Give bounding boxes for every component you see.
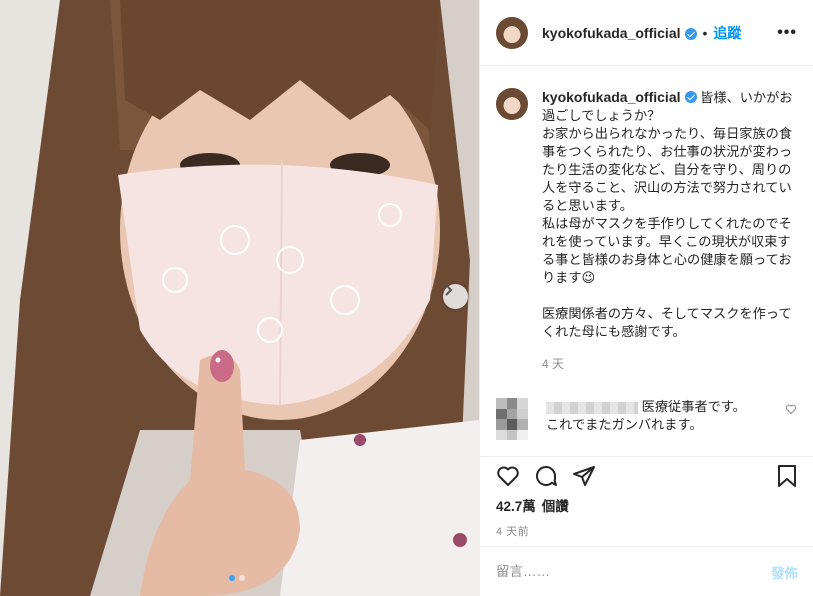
commenter-name-masked[interactable] [546, 401, 638, 414]
comment-item: 医療従事者です。 これでまたガンバれます。 [480, 398, 813, 440]
selfie-photo-illustration [0, 0, 479, 596]
caption: kyokofukada_official 皆様、いかがお過ごしでしょうか？ お家… [480, 66, 813, 372]
chevron-right-icon [445, 284, 453, 296]
carousel-indicator [229, 575, 245, 581]
comment-like-heart-icon[interactable] [785, 402, 797, 440]
separator-dot: • [702, 24, 708, 41]
author-username[interactable]: kyokofukada_official [542, 25, 681, 41]
caption-body: kyokofukada_official 皆様、いかがお過ごしでしょうか？ お家… [542, 88, 797, 372]
like-heart-icon[interactable] [496, 464, 520, 488]
comment-input[interactable] [496, 564, 771, 579]
instagram-post: kyokofukada_official • 追蹤 ••• kyokofukad… [0, 0, 813, 596]
post-actions: 42.7萬 個讚 4 天前 [480, 456, 813, 539]
post-photo[interactable] [0, 0, 479, 596]
like-count[interactable]: 42.7萬 個讚 [496, 495, 798, 515]
post-details-panel: kyokofukada_official • 追蹤 ••• kyokofukad… [479, 0, 813, 596]
post-comment-button[interactable]: 發佈 [771, 562, 798, 582]
verified-badge-icon [684, 27, 697, 40]
caption-content: 皆様、いかがお過ごしでしょうか？ お家から出られなかったり、毎日家族の食事をつく… [542, 90, 793, 339]
like-count-value: 42.7萬 [496, 499, 536, 514]
carousel-dot [239, 575, 245, 581]
caption-author-avatar[interactable] [496, 88, 528, 120]
caption-verified-badge-icon [684, 91, 697, 103]
caption-text: kyokofukada_official 皆様、いかがお過ごしでしょうか？ お家… [542, 88, 797, 341]
post-header: kyokofukada_official • 追蹤 ••• [480, 0, 813, 66]
commenter-avatar-pixelated[interactable] [496, 398, 528, 440]
next-photo-button[interactable] [443, 284, 468, 309]
like-count-label: 個讚 [541, 499, 569, 514]
follow-button[interactable]: 追蹤 [713, 23, 741, 43]
caption-timestamp[interactable]: 4 天 [542, 355, 797, 373]
comment-body: 医療従事者です。 これでまたガンバれます。 [546, 398, 762, 440]
caption-username[interactable]: kyokofukada_official [542, 89, 681, 105]
post-date[interactable]: 4 天前 [496, 523, 798, 539]
share-paper-plane-icon[interactable] [572, 464, 596, 488]
author-avatar[interactable] [496, 16, 528, 49]
more-options-icon[interactable]: ••• [777, 24, 797, 42]
action-icons-row [496, 459, 798, 493]
comment-bubble-icon[interactable] [534, 464, 558, 488]
add-comment-bar: 發佈 [480, 546, 813, 596]
carousel-dot-active [229, 575, 235, 581]
bookmark-icon[interactable] [776, 464, 798, 488]
